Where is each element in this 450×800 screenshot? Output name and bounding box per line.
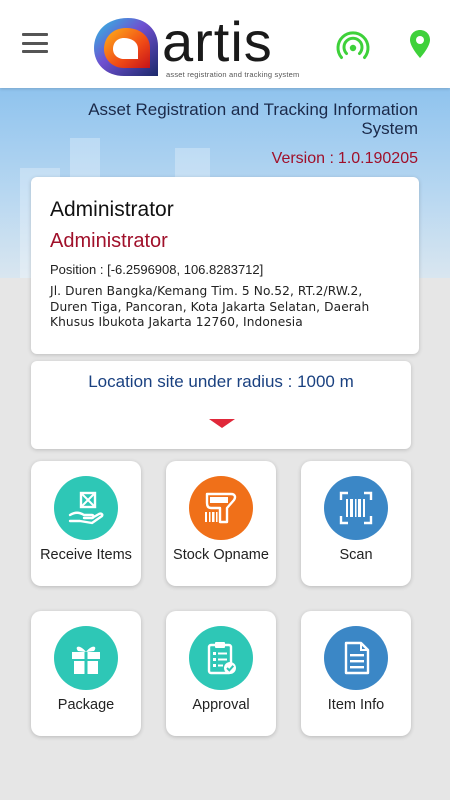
map-pin-icon[interactable] — [405, 28, 435, 60]
user-name: Administrator — [50, 198, 174, 221]
app-logo: artis asset registration and tracking sy… — [92, 12, 322, 80]
app-title: Asset Registration and Tracking Informat… — [88, 100, 418, 138]
logo-tagline: asset registration and tracking system — [166, 70, 300, 79]
logo-mark-icon — [94, 18, 158, 76]
version-label: Version : — [271, 150, 334, 167]
position-coordinates: Position : [-6.2596908, 106.8283712] — [50, 262, 399, 278]
approval-label: Approval — [192, 697, 250, 713]
package-label: Package — [57, 697, 115, 713]
approval-button[interactable]: Approval — [166, 611, 276, 736]
scan-button[interactable]: Scan — [301, 461, 411, 586]
receive-items-button[interactable]: Receive Items — [31, 461, 141, 586]
barcode-scan-icon — [324, 476, 388, 540]
app-bar: artis asset registration and tracking sy… — [0, 0, 450, 88]
stock-opname-button[interactable]: Stock Opname — [166, 461, 276, 586]
radius-text: Location site under radius : 1000 m — [88, 372, 354, 391]
address-text: Jl. Duren Bangka/Kemang Tim. 5 No.52, RT… — [50, 284, 370, 329]
document-info-icon — [324, 626, 388, 690]
barcode-scanner-icon — [189, 476, 253, 540]
location-radius-card: Location site under radius : 1000 m — [31, 361, 411, 449]
user-info-card: Administrator Administrator Position : [… — [31, 177, 419, 354]
item-info-label: Item Info — [327, 697, 385, 713]
receive-items-icon — [54, 476, 118, 540]
version-value: 1.0.190205 — [337, 150, 418, 167]
position-value: [-6.2596908, 106.8283712] — [107, 262, 264, 277]
receive-items-label: Receive Items — [40, 547, 132, 563]
position-label: Position : — [50, 262, 104, 277]
hamburger-menu-icon[interactable] — [22, 33, 48, 53]
signal-broadcast-icon[interactable] — [335, 26, 371, 62]
item-info-button[interactable]: Item Info — [301, 611, 411, 736]
logo-wordmark: artis — [162, 10, 273, 73]
version-text: Version :1.0.190205 — [272, 150, 418, 168]
user-role: Administrator — [50, 230, 168, 252]
triangle-down-icon[interactable] — [207, 416, 237, 432]
stock-opname-label: Stock Opname — [173, 547, 269, 563]
gift-box-icon — [54, 626, 118, 690]
clipboard-check-icon — [189, 626, 253, 690]
package-button[interactable]: Package — [31, 611, 141, 736]
scan-label: Scan — [339, 547, 373, 563]
